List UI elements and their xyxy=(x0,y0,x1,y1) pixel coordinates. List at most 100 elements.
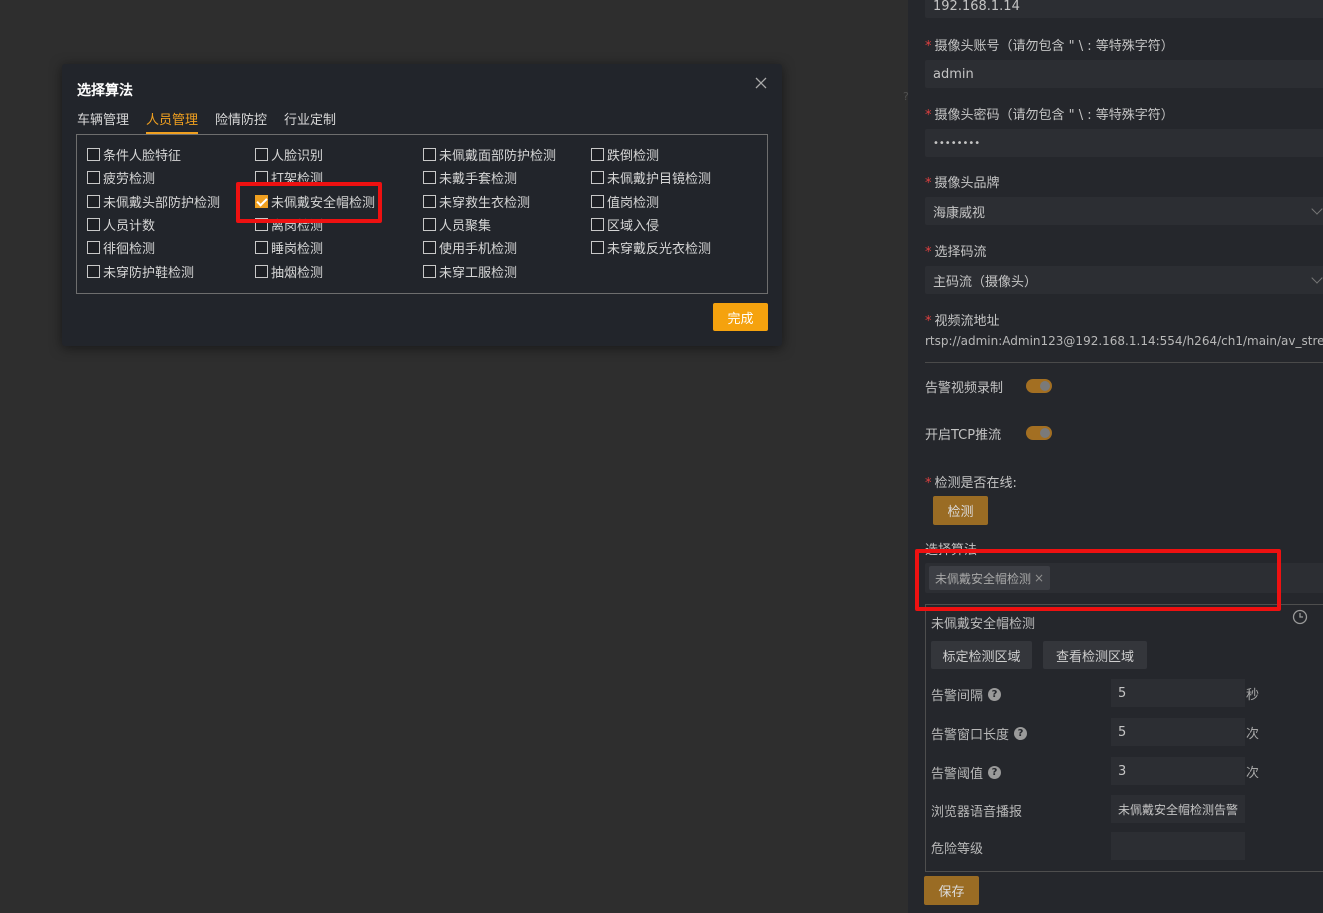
stream-select[interactable]: 主码流（摄像头） xyxy=(925,266,1323,294)
help-icon[interactable]: ? xyxy=(988,688,1002,701)
checkbox[interactable] xyxy=(87,265,100,278)
view-area-button[interactable]: 查看检测区域 xyxy=(1043,641,1147,669)
interval-label: 告警间隔? xyxy=(931,685,1002,704)
checkbox[interactable] xyxy=(255,241,268,254)
algorithm-option[interactable]: 徘徊检测 xyxy=(87,238,155,257)
algorithm-option[interactable]: 条件人脸特征 xyxy=(87,145,181,164)
stream-url-input[interactable]: rtsp://admin:Admin123@192.168.1.14:554/h… xyxy=(925,334,1323,348)
checkbox[interactable] xyxy=(591,148,604,161)
record-toggle[interactable] xyxy=(1026,379,1052,393)
checkbox[interactable] xyxy=(423,241,436,254)
url-label: * 视频流地址 xyxy=(925,314,1000,329)
checkbox[interactable] xyxy=(255,171,268,184)
ip-input[interactable]: 192.168.1.14 xyxy=(925,0,1323,18)
checkbox[interactable] xyxy=(591,171,604,184)
danger-select[interactable] xyxy=(1111,832,1245,860)
checkbox[interactable] xyxy=(255,148,268,161)
clock-icon[interactable] xyxy=(1292,609,1308,625)
algorithm-select[interactable]: 未佩戴安全帽检测 × xyxy=(925,563,1323,593)
selected-algorithm-tag: 未佩戴安全帽检测 × xyxy=(929,566,1051,590)
checkbox[interactable] xyxy=(591,241,604,254)
brand-select[interactable]: 海康威视 xyxy=(925,197,1323,225)
algorithm-option[interactable]: 离岗检测 xyxy=(255,215,323,234)
algorithm-option[interactable]: 未佩戴面部防护检测 xyxy=(423,145,556,164)
tab-industry[interactable]: 行业定制 xyxy=(284,109,336,134)
algorithm-option[interactable]: 人员聚集 xyxy=(423,215,491,234)
password-label: * 摄像头密码（请勿包含 " \ : 等特殊字符） xyxy=(925,108,1174,123)
algorithm-option[interactable]: 未穿工服检测 xyxy=(423,262,517,281)
checkbox[interactable] xyxy=(423,218,436,231)
checkbox-checked[interactable] xyxy=(255,195,268,208)
help-icon[interactable]: ? xyxy=(1014,727,1028,740)
tab-vehicle[interactable]: 车辆管理 xyxy=(77,109,129,134)
threshold-unit: 次 xyxy=(1246,766,1260,781)
checkbox[interactable] xyxy=(87,195,100,208)
algorithm-option[interactable]: 睡岗检测 xyxy=(255,238,323,257)
window-unit: 次 xyxy=(1246,727,1260,742)
checkbox[interactable] xyxy=(87,171,100,184)
checkbox[interactable] xyxy=(423,265,436,278)
tcp-toggle[interactable] xyxy=(1026,426,1052,440)
password-input[interactable]: •••••••• xyxy=(925,129,1323,157)
algorithm-option[interactable]: 未佩戴头部防护检测 xyxy=(87,192,220,211)
camera-config-panel: 192.168.1.14 * 摄像头账号（请勿包含 " \ : 等特殊字符） ad… xyxy=(908,0,1323,913)
checkbox[interactable] xyxy=(423,171,436,184)
checkbox[interactable] xyxy=(423,148,436,161)
algorithm-option[interactable]: 人员计数 xyxy=(87,215,155,234)
algorithm-option[interactable]: 未穿救生衣检测 xyxy=(423,192,530,211)
threshold-input[interactable]: 3 xyxy=(1111,757,1245,785)
checkbox[interactable] xyxy=(255,218,268,231)
algorithm-option[interactable]: 区域入侵 xyxy=(591,215,659,234)
checkbox[interactable] xyxy=(591,218,604,231)
algorithm-option[interactable]: 未穿戴反光衣检测 xyxy=(591,238,711,257)
brand-label: * 摄像头品牌 xyxy=(925,176,1000,191)
window-label: 告警窗口长度? xyxy=(931,724,1028,743)
save-button[interactable]: 保存 xyxy=(924,876,979,905)
voice-input[interactable]: 未佩戴安全帽检测告警 xyxy=(1111,795,1245,823)
algorithm-option[interactable]: 抽烟检测 xyxy=(255,262,323,281)
algorithm-option[interactable]: 打架检测 xyxy=(255,168,323,187)
voice-label: 浏览器语音播报 xyxy=(931,805,1023,820)
algorithm-list: 条件人脸特征 人脸识别 未佩戴面部防护检测 跌倒检测 疲劳检测 打架检测 未戴手… xyxy=(76,134,768,294)
algorithm-option-hardhat[interactable]: 未佩戴安全帽检测 xyxy=(255,192,375,211)
help-icon[interactable]: ? xyxy=(988,766,1002,779)
algorithm-option[interactable]: 未戴手套检测 xyxy=(423,168,517,187)
category-tabs: 车辆管理 人员管理 险情防控 行业定制 xyxy=(77,109,353,134)
divider xyxy=(925,362,1323,363)
algorithm-option[interactable]: 使用手机检测 xyxy=(423,238,517,257)
checkbox[interactable] xyxy=(423,195,436,208)
checkbox[interactable] xyxy=(255,265,268,278)
checkbox[interactable] xyxy=(87,241,100,254)
close-icon[interactable]: × xyxy=(1034,571,1044,585)
algorithm-option[interactable]: 未穿防护鞋检测 xyxy=(87,262,194,281)
close-icon[interactable] xyxy=(754,76,768,90)
checkbox[interactable] xyxy=(87,148,100,161)
algorithm-config-section: 未佩戴安全帽检测 标定检测区域 查看检测区域 告警间隔? 5 秒 告警窗口长度?… xyxy=(925,604,1323,872)
checkbox[interactable] xyxy=(87,218,100,231)
account-input[interactable]: admin xyxy=(925,60,1323,88)
calibrate-area-button[interactable]: 标定检测区域 xyxy=(931,641,1032,669)
checkbox[interactable] xyxy=(591,195,604,208)
algorithm-option[interactable]: 疲劳检测 xyxy=(87,168,155,187)
dialog-title: 选择算法 xyxy=(77,83,133,99)
interval-input[interactable]: 5 xyxy=(1111,679,1245,707)
threshold-label: 告警阈值? xyxy=(931,763,1002,782)
config-title: 未佩戴安全帽检测 xyxy=(931,617,1036,632)
algorithm-option[interactable]: 人脸识别 xyxy=(255,145,323,164)
chevron-down-icon xyxy=(1311,272,1323,284)
account-label: * 摄像头账号（请勿包含 " \ : 等特殊字符） xyxy=(925,39,1174,54)
tab-personnel[interactable]: 人员管理 xyxy=(146,109,199,134)
chevron-down-icon xyxy=(1311,203,1323,215)
tcp-label: 开启TCP推流 xyxy=(925,428,1002,443)
tab-hazard[interactable]: 险情防控 xyxy=(215,109,267,134)
algorithm-option[interactable]: 跌倒检测 xyxy=(591,145,659,164)
stream-label: * 选择码流 xyxy=(925,245,987,260)
algorithm-option[interactable]: 未佩戴护目镜检测 xyxy=(591,168,711,187)
window-input[interactable]: 5 xyxy=(1111,718,1245,746)
online-label: * 检测是否在线: xyxy=(925,476,1017,491)
check-online-button[interactable]: 检测 xyxy=(933,496,988,525)
select-algorithm-dialog: 选择算法 车辆管理 人员管理 险情防控 行业定制 条件人脸特征 人脸识别 未佩戴… xyxy=(62,64,782,346)
record-label: 告警视频录制 xyxy=(925,381,1004,396)
done-button[interactable]: 完成 xyxy=(713,303,768,331)
algorithm-option[interactable]: 值岗检测 xyxy=(591,192,659,211)
